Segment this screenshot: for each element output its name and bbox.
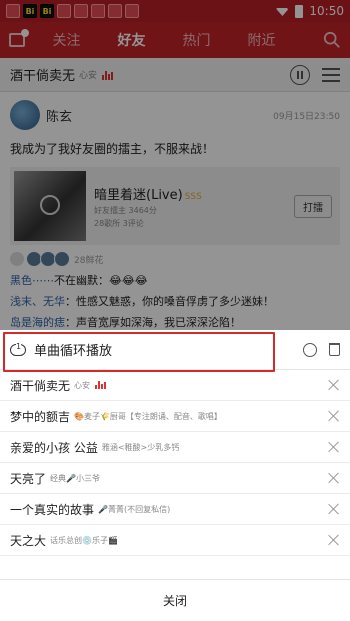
play-mode-header: 单曲循环播放 (0, 330, 350, 372)
song-title: 梦中的额吉 (10, 409, 71, 424)
list-item[interactable]: 天亮了 经典🎤小三爷 (0, 463, 350, 494)
song-artist: 🎨麦子🌾厨哥【专注朗诵、配音、歌唱】 (74, 411, 222, 421)
list-item[interactable]: 亲爱的小孩 公益 雅涵<稚酸>少乳多钙 (0, 432, 350, 463)
trash-icon[interactable] (329, 343, 340, 356)
song-title: 天之大 (10, 533, 47, 548)
collect-icon[interactable] (303, 342, 317, 357)
close-icon[interactable] (328, 410, 340, 422)
close-icon[interactable] (328, 503, 340, 515)
close-button[interactable]: 关闭 (0, 579, 350, 621)
close-icon[interactable] (328, 441, 340, 453)
highlight-box (3, 332, 275, 372)
song-artist: 心安 (74, 380, 91, 390)
list-item[interactable]: 天之大 话乐总创💿乐子🎬 (0, 525, 350, 556)
song-title: 酒干倘卖无 (10, 378, 71, 393)
list-item[interactable]: 一个真实的故事 🎤菁菁(不回复私信) (0, 494, 350, 525)
song-title: 天亮了 (10, 471, 47, 486)
song-artist: 🎤菁菁(不回复私信) (98, 504, 171, 514)
close-icon[interactable] (328, 534, 340, 546)
list-item[interactable]: 梦中的额吉 🎨麦子🌾厨哥【专注朗诵、配音、歌唱】 (0, 401, 350, 432)
song-title: 亲爱的小孩 公益 (10, 440, 98, 455)
song-artist: 经典🎤小三爷 (50, 473, 100, 483)
song-title: 一个真实的故事 (10, 502, 95, 517)
equalizer-icon (95, 381, 107, 389)
list-item[interactable]: 酒干倘卖无 心安 (0, 370, 350, 401)
playlist-sheet: 单曲循环播放 酒干倘卖无 心安 梦中的额吉 🎨麦子🌾厨哥【专注朗诵、配音、歌唱】… (0, 330, 350, 621)
song-artist: 雅涵<稚酸>少乳多钙 (101, 442, 180, 452)
close-icon[interactable] (328, 379, 340, 391)
close-icon[interactable] (328, 472, 340, 484)
song-artist: 话乐总创💿乐子🎬 (50, 535, 118, 545)
